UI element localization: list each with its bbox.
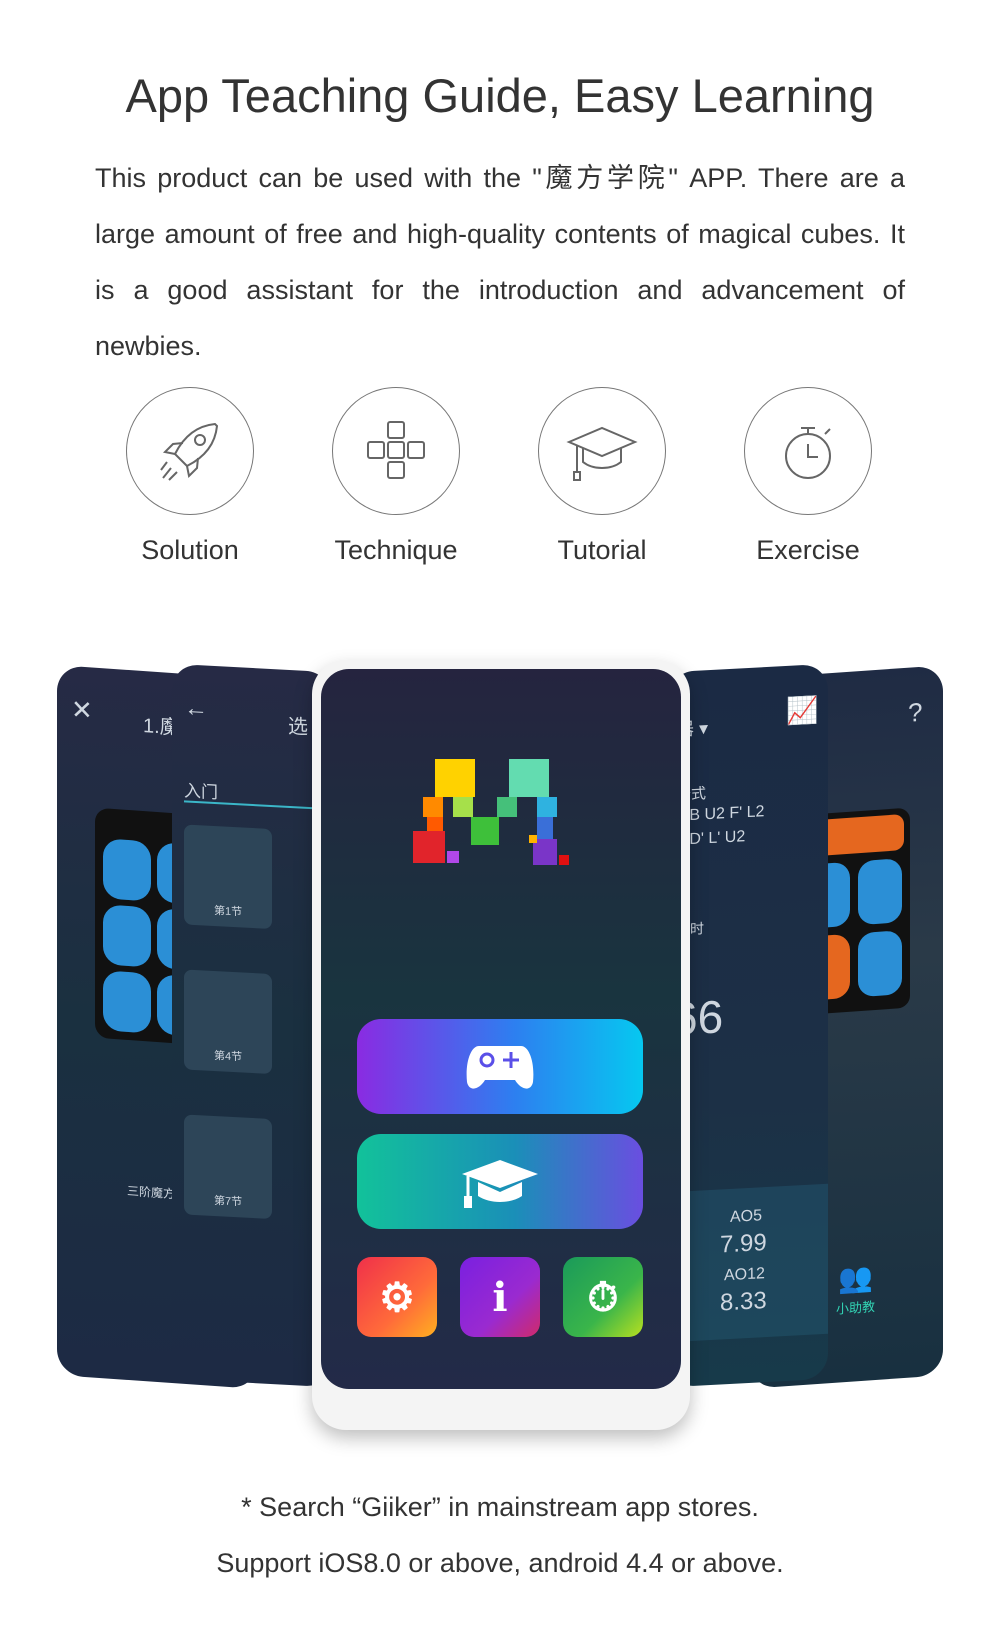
stopwatch-icon: ⏱ <box>587 1273 619 1321</box>
assistant-label[interactable]: 小助教 <box>836 1296 875 1318</box>
main-phone: ⚙ i ⏱ <box>312 660 690 1430</box>
description: This product can be used with the "魔方学院"… <box>95 163 905 361</box>
feature-tutorial: Tutorial <box>502 387 702 566</box>
learn-button[interactable] <box>357 1134 643 1229</box>
app-logo <box>413 759 569 865</box>
info-button[interactable]: i <box>460 1257 540 1337</box>
ao5-label: AO5 <box>730 1207 763 1226</box>
screen-lessons: ← 选 入门 第1节 第4节 第7节 <box>172 663 332 1388</box>
assistant-icon[interactable]: 👥 <box>838 1260 873 1295</box>
play-game-button[interactable] <box>357 1019 643 1114</box>
close-icon[interactable]: ✕ <box>71 694 93 727</box>
lesson-card[interactable]: 第1节 <box>184 824 272 930</box>
screen-timer: 器 ▾ 📈 公式 2 B U2 F' L2 2 D' L' U2 计时 66 A… <box>668 663 828 1388</box>
page-title: App Teaching Guide, Easy Learning <box>125 69 875 122</box>
feature-label: Tutorial <box>557 535 647 565</box>
app-home-screen: ⚙ i ⏱ <box>321 669 681 1389</box>
ao12-value: 8.33 <box>720 1287 767 1317</box>
chart-icon[interactable]: 📈 <box>786 694 818 727</box>
graduation-cap-icon <box>462 1159 538 1208</box>
section-tab[interactable]: 入门 <box>184 776 218 803</box>
feature-technique: Technique <box>296 387 496 566</box>
feature-label: Technique <box>334 535 458 565</box>
footer-search-note: * Search “Giiker” in mainstream app stor… <box>241 1492 759 1522</box>
graduation-cap-icon <box>566 426 638 481</box>
lesson-card[interactable]: 第4节 <box>184 969 272 1075</box>
screen-title: 选 <box>288 715 308 739</box>
ao12-label: AO12 <box>724 1265 765 1285</box>
feature-label: Exercise <box>756 535 860 565</box>
footer-support-note: Support iOS8.0 or above, android 4.4 or … <box>216 1548 784 1578</box>
stopwatch-icon <box>785 427 831 479</box>
settings-button[interactable]: ⚙ <box>357 1257 437 1337</box>
rocket-icon <box>160 422 219 481</box>
screen-footer: 三阶魔方: <box>127 1183 179 1202</box>
gear-icon: ⚙ <box>379 1273 415 1321</box>
back-arrow-icon[interactable]: ← <box>184 694 208 723</box>
feature-solution: Solution <box>90 387 290 566</box>
help-icon[interactable]: ? <box>908 697 922 729</box>
info-icon: i <box>492 1273 508 1321</box>
timer-button[interactable]: ⏱ <box>563 1257 643 1337</box>
feature-label: Solution <box>141 535 239 565</box>
cube-net-icon <box>367 421 425 479</box>
feature-exercise: Exercise <box>708 387 908 566</box>
lesson-card[interactable]: 第7节 <box>184 1114 272 1220</box>
ao5-value: 7.99 <box>720 1229 767 1259</box>
gamepad-icon <box>466 1045 534 1089</box>
